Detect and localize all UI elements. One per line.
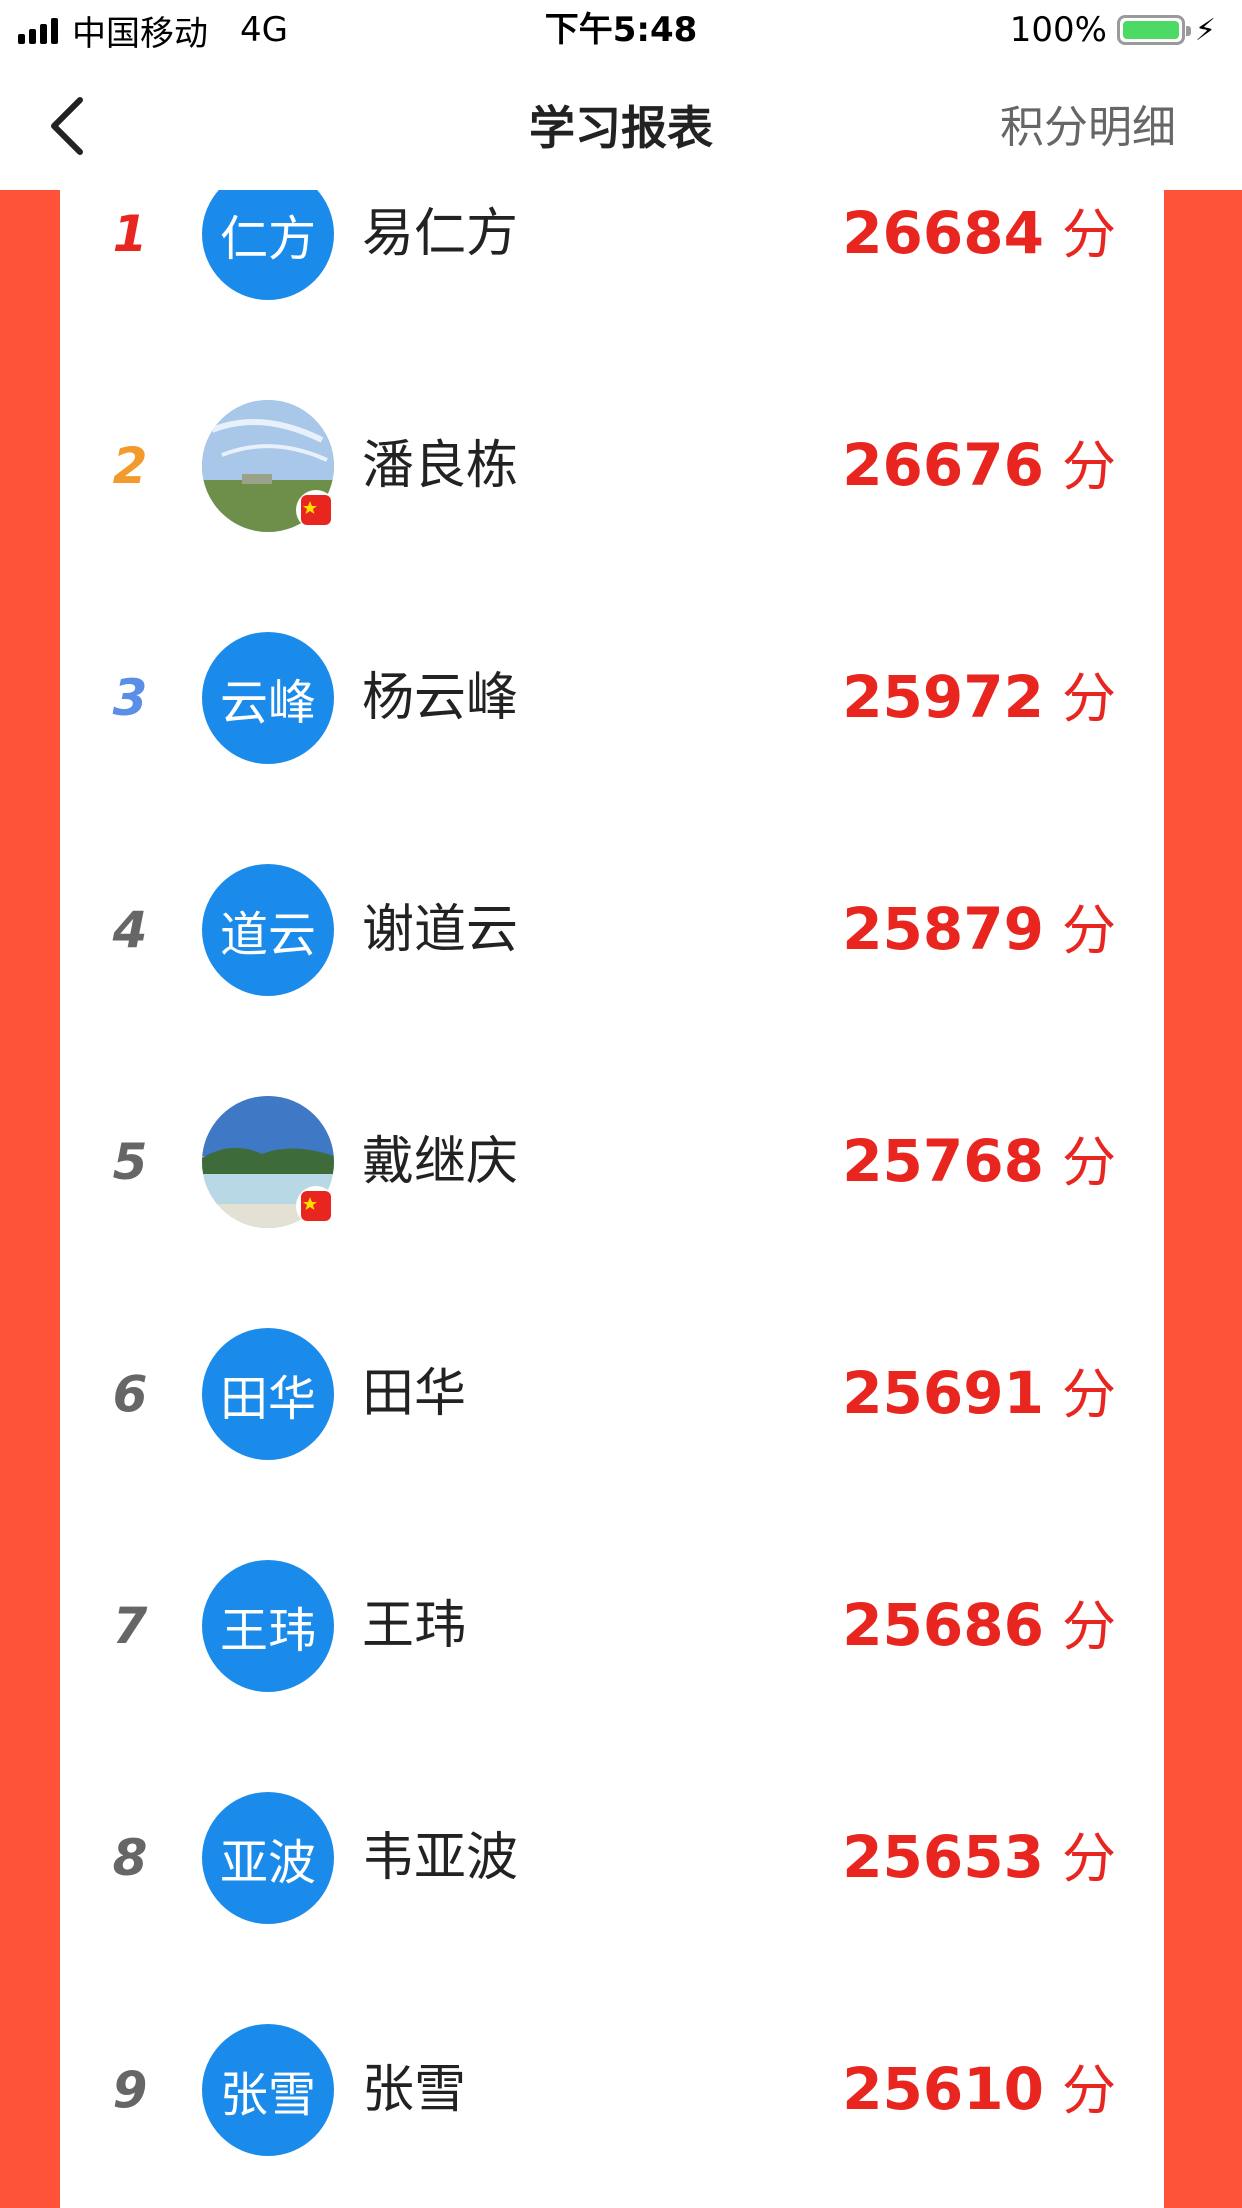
score-value: 26684 <box>842 199 1044 267</box>
avatar-initials: 仁方 <box>219 211 316 267</box>
score: 26676 分 <box>842 432 1116 513</box>
battery-percent: 100% <box>1009 10 1107 50</box>
score-value: 25691 <box>842 1359 1044 1427</box>
avatar: 王玮 <box>202 1560 334 1692</box>
charging-icon: ⚡ <box>1194 12 1216 48</box>
rank-number: 4 <box>112 901 148 959</box>
member-name: 田华 <box>362 1364 467 1424</box>
rank-number: 2 <box>112 437 148 495</box>
member-name: 潘良栋 <box>362 436 519 496</box>
member-name: 戴继庆 <box>362 1132 519 1192</box>
list-item[interactable]: 7 王玮 王玮 25686 分 <box>60 1510 1164 1742</box>
rank-number: 8 <box>112 1829 148 1887</box>
score: 25879 分 <box>842 896 1116 977</box>
list-item[interactable]: 9 张雪 张雪 25610 分 <box>60 1974 1164 2206</box>
score-value: 25610 <box>842 2055 1044 2123</box>
avatar-initials: 王玮 <box>219 1603 316 1659</box>
list-item[interactable]: 1 仁方 易仁方 26684 分 <box>60 190 1164 350</box>
score-value: 25653 <box>842 1823 1044 1891</box>
score-value: 25972 <box>842 663 1044 731</box>
list-item[interactable]: 6 田华 田华 25691 分 <box>60 1278 1164 1510</box>
avatar: 仁方 <box>202 190 334 300</box>
avatar-initials: 亚波 <box>219 1835 316 1891</box>
score-unit: 分 <box>1062 203 1116 266</box>
score: 26684 分 <box>842 200 1116 281</box>
avatar: 田华 <box>202 1328 334 1460</box>
avatar: 张雪 <box>202 2024 334 2156</box>
member-name: 王玮 <box>362 1596 467 1656</box>
rank-number: 1 <box>112 205 148 263</box>
avatar-initials: 道云 <box>219 907 316 963</box>
status-bar: 中国移动 4G 下午5:48 100% ⚡ <box>0 0 1242 62</box>
points-detail-link[interactable]: 积分明细 <box>1000 100 1176 156</box>
score: 25972 分 <box>842 664 1116 745</box>
list-item[interactable]: 8 亚波 韦亚波 25653 分 <box>60 1742 1164 1974</box>
score: 25653 分 <box>842 1824 1116 1905</box>
avatar: 亚波 <box>202 1792 334 1924</box>
right-decor-strip <box>1164 190 1242 2208</box>
rank-number: 7 <box>112 1597 148 1655</box>
avatar: 道云 <box>202 864 334 996</box>
rank-number: 5 <box>112 1133 148 1191</box>
score: 25686 分 <box>842 1592 1116 1673</box>
member-name: 杨云峰 <box>362 668 519 728</box>
list-item[interactable]: 4 道云 谢道云 25879 分 <box>60 814 1164 1046</box>
rank-number: 3 <box>112 669 148 727</box>
list-item[interactable]: 5 戴继庆 25768 分 <box>60 1046 1164 1278</box>
score: 25768 分 <box>842 1128 1116 1209</box>
avatar-initials: 田华 <box>219 1371 316 1427</box>
battery-icon <box>1116 15 1191 45</box>
avatar: 云峰 <box>202 632 334 764</box>
score-unit: 分 <box>1062 435 1116 498</box>
flag-badge-icon <box>296 490 336 530</box>
score-unit: 分 <box>1062 1131 1116 1194</box>
member-name: 张雪 <box>362 2060 467 2120</box>
score-value: 26676 <box>842 431 1044 499</box>
score-unit: 分 <box>1062 899 1116 962</box>
left-decor-strip <box>0 190 60 2208</box>
score-value: 25686 <box>842 1591 1044 1659</box>
nav-bar: 学习报表 积分明细 <box>0 62 1242 190</box>
ranking-list[interactable]: 1 仁方 易仁方 26684 分 2 潘良栋 26676 分 3 云峰 杨云峰 … <box>60 190 1164 2208</box>
score-unit: 分 <box>1062 2059 1116 2122</box>
list-item[interactable]: 2 潘良栋 26676 分 <box>60 350 1164 582</box>
avatar-initials: 张雪 <box>219 2067 316 2123</box>
score-value: 25768 <box>842 1127 1044 1195</box>
rank-number: 9 <box>112 2061 148 2119</box>
score-unit: 分 <box>1062 667 1116 730</box>
member-name: 韦亚波 <box>362 1828 519 1888</box>
member-name: 谢道云 <box>362 900 519 960</box>
flag-badge-icon <box>296 1186 336 1226</box>
score: 25610 分 <box>842 2056 1116 2137</box>
status-right: 100% ⚡ <box>1010 10 1216 50</box>
rank-number: 6 <box>112 1365 148 1423</box>
score-unit: 分 <box>1062 1827 1116 1890</box>
list-item[interactable]: 3 云峰 杨云峰 25972 分 <box>60 582 1164 814</box>
avatar-initials: 云峰 <box>219 675 316 731</box>
member-name: 易仁方 <box>362 204 519 264</box>
score-unit: 分 <box>1062 1595 1116 1658</box>
score-value: 25879 <box>842 895 1044 963</box>
score-unit: 分 <box>1062 1363 1116 1426</box>
score: 25691 分 <box>842 1360 1116 1441</box>
